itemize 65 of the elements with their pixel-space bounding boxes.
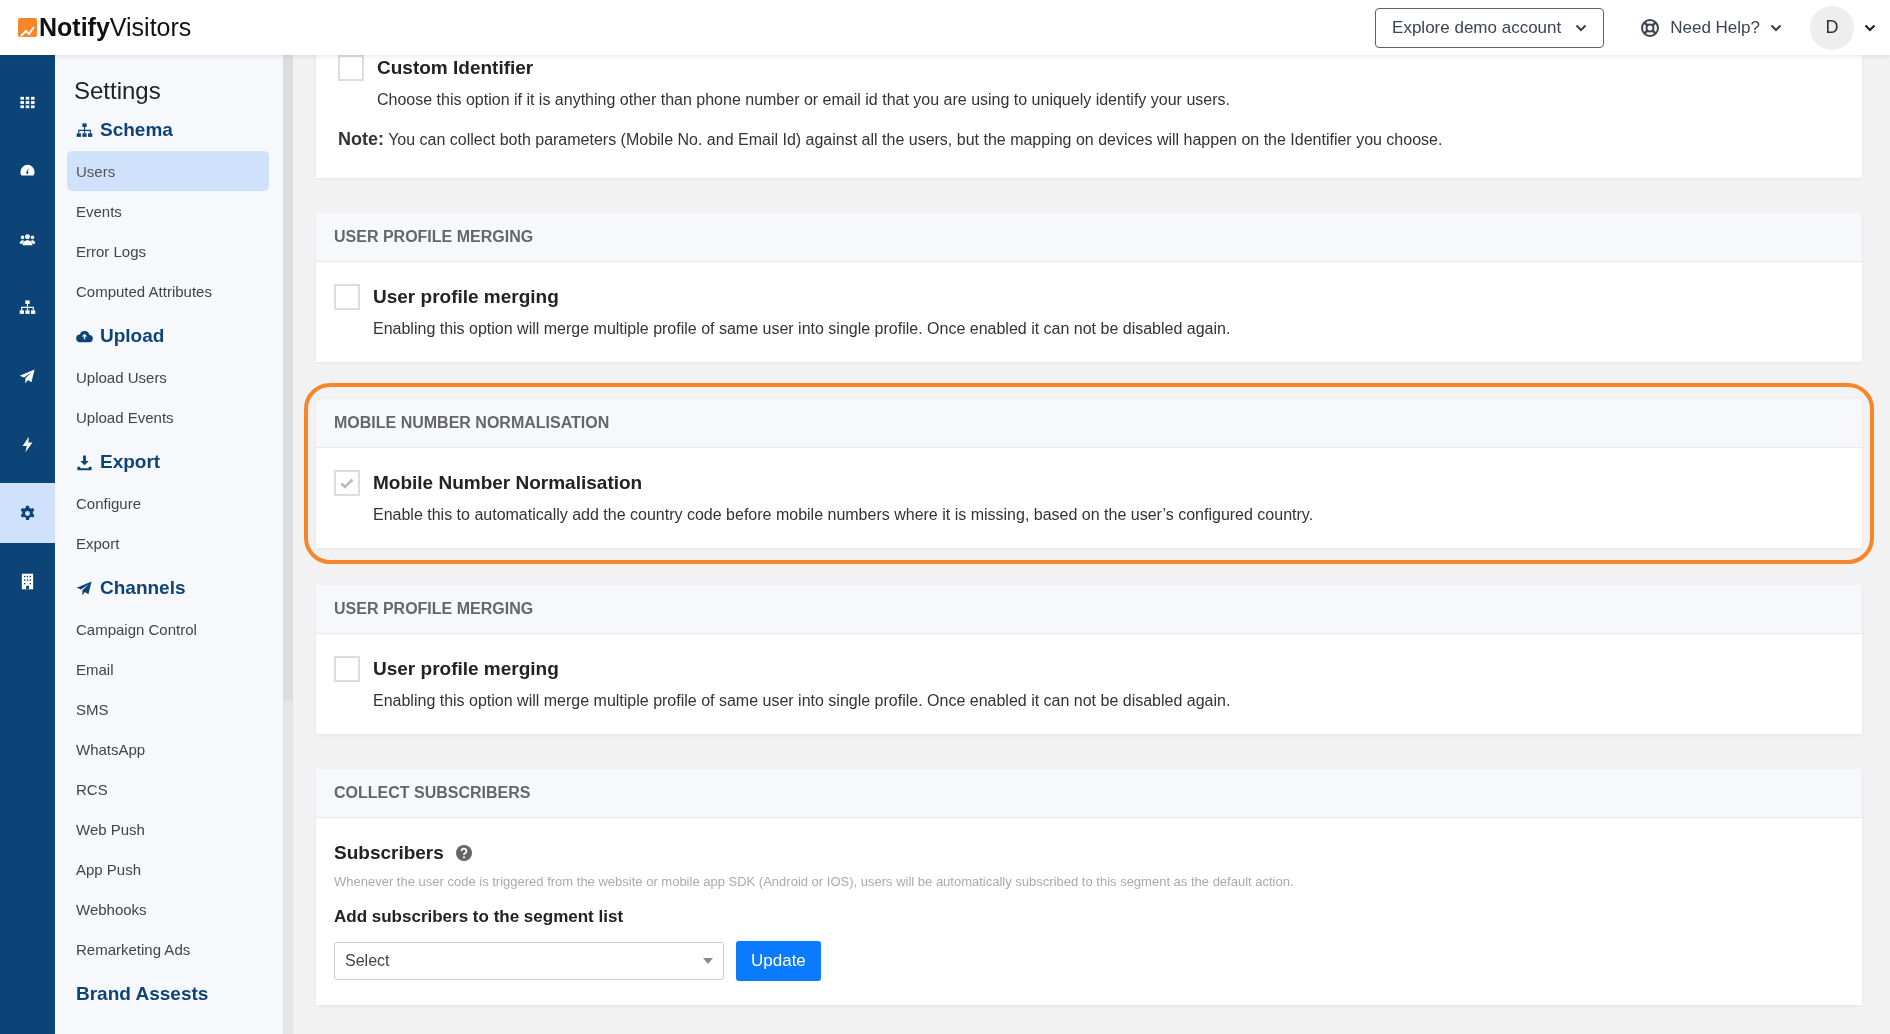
section-header: USER PROFILE MERGING — [316, 213, 1862, 262]
sidebar-item[interactable]: Webhooks — [67, 889, 269, 929]
sitemap-icon — [76, 121, 93, 139]
sidebar-item[interactable]: Export — [67, 523, 269, 563]
sidebar-item[interactable]: Campaign Control — [67, 609, 269, 649]
subscribers-label: Subscribers — [334, 841, 444, 865]
sidebar-item[interactable]: Email — [67, 649, 269, 689]
chevron-down-icon — [1575, 23, 1588, 32]
sidebar-item[interactable]: Computed Attributes — [67, 271, 269, 311]
note-text: Note: You can collect both parameters (Mobile No. and Email Id) against all the users, but the mapping on devices will happen on the Identifier you choose. — [338, 129, 1444, 150]
sidebar-item[interactable]: Remarketing Ads — [67, 929, 269, 969]
paper-plane-icon — [76, 579, 93, 597]
sidebar-group-heading: Export — [100, 451, 161, 473]
sidebar-group-heading: Brand Assests — [76, 983, 209, 1005]
section-header: COLLECT SUBSCRIBERS — [316, 769, 1862, 818]
sidebar-item[interactable]: Upload Users — [67, 357, 269, 397]
option-label: Mobile Number Normalisation — [373, 471, 644, 495]
download-icon — [76, 453, 93, 471]
option-description: Enabling this option will merge multiple profile of same user into single profile. Once enabled it can not be disabled again. — [373, 692, 1231, 710]
sidebar-title: Settings — [74, 77, 162, 105]
checkbox[interactable] — [338, 55, 364, 81]
sidebar-item[interactable]: Upload Events — [67, 397, 269, 437]
lifebuoy-icon — [1640, 17, 1661, 38]
sidebar-item[interactable]: RCS — [67, 769, 269, 809]
option-description: Enable this to automatically add the country code before mobile numbers where it is missing, based on the user’s configured country. — [373, 506, 1314, 524]
option-label: User profile merging — [373, 657, 560, 681]
option-label: User profile merging — [373, 285, 560, 309]
checkmark-icon — [340, 477, 354, 489]
sidebar-item[interactable]: Configure — [67, 483, 269, 523]
sidebar-item[interactable]: SMS — [67, 689, 269, 729]
dropdown-arrow-icon — [703, 958, 713, 964]
chevron-down-icon — [1770, 23, 1782, 32]
chevron-down-icon — [1864, 23, 1876, 32]
hint-text: Whenever the user code is triggered from the website or mobile app SDK (Android or IOS), users will be automatically subscribed to this segment as the default action. — [334, 874, 1295, 889]
field-label: Add subscribers to the segment list — [334, 907, 625, 927]
sidebar-item[interactable]: Events — [67, 191, 269, 231]
update-button[interactable]: Update — [736, 941, 821, 981]
section-header: USER PROFILE MERGING — [316, 585, 1862, 634]
section-header: MOBILE NUMBER NORMALISATION — [316, 399, 1862, 448]
demo-account-button[interactable]: Explore demo account — [1375, 7, 1605, 48]
checkbox[interactable] — [334, 470, 360, 496]
checkbox[interactable] — [334, 656, 360, 682]
sitemap-icon — [19, 299, 36, 316]
segment-select[interactable]: Select — [334, 942, 724, 980]
user-avatar[interactable]: D — [1810, 5, 1854, 50]
sidebar-group-heading: Schema — [100, 119, 173, 141]
sidebar-item[interactable]: Web Push — [67, 809, 269, 849]
option-label: Custom Identifier — [377, 56, 534, 80]
logo-icon — [18, 18, 37, 37]
help-menu[interactable]: Need Help? — [1634, 16, 1788, 39]
option-description: Choose this option if it is anything other than phone number or email id that you are using to uniquely identify your users. — [377, 91, 1231, 109]
sidebar-item[interactable]: Users — [67, 151, 269, 191]
sidebar-item[interactable]: Error Logs — [67, 231, 269, 271]
building-icon — [19, 573, 36, 590]
settings-icon — [19, 504, 36, 522]
sidebar-group-heading: Upload — [100, 325, 165, 347]
paper-plane-icon — [19, 367, 36, 385]
sidebar-item[interactable]: App Push — [67, 849, 269, 889]
checkbox[interactable] — [334, 284, 360, 310]
help-icon[interactable] — [455, 845, 472, 861]
sidebar-group-heading: Channels — [100, 577, 186, 599]
scrollbar-thumb[interactable] — [283, 55, 293, 700]
logo-text: NotifyVisitors — [39, 13, 192, 42]
sidebar-item[interactable]: WhatsApp — [67, 729, 269, 769]
option-description: Enabling this option will merge multiple profile of same user into single profile. Once enabled it can not be disabled again. — [373, 320, 1231, 338]
